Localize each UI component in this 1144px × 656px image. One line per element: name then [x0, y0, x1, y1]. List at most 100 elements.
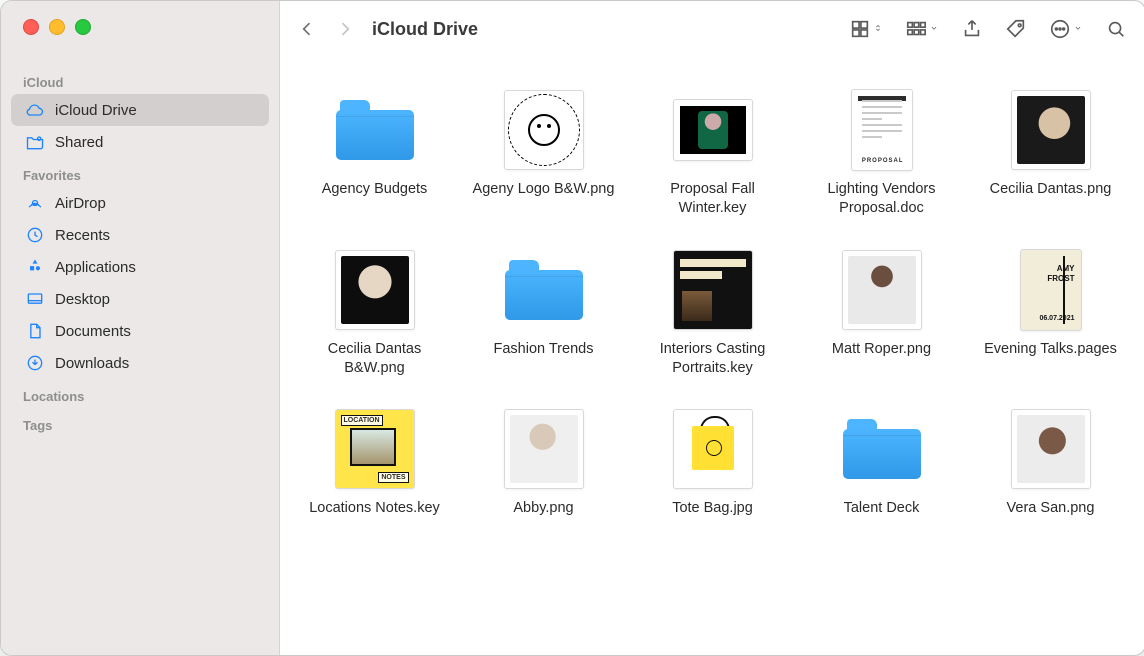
sidebar-item-icloud-drive[interactable]: iCloud Drive [11, 94, 269, 126]
file-label: Evening Talks.pages [984, 340, 1117, 359]
chevron-down-icon [929, 20, 939, 38]
file-item[interactable]: Proposal Fall Winter.key [638, 88, 787, 218]
document-icon [25, 321, 45, 341]
cloud-icon [25, 100, 45, 120]
clock-icon [25, 225, 45, 245]
file-item[interactable]: Fashion Trends [469, 248, 618, 378]
file-item[interactable]: LOCATION NOTES Locations Notes.key [300, 407, 449, 518]
sidebar-item-label: Applications [55, 259, 136, 276]
tags-button[interactable] [1005, 18, 1027, 40]
sidebar-item-applications[interactable]: Applications [11, 251, 269, 283]
keynote-thumbnail [673, 250, 753, 330]
sidebar-item-label: AirDrop [55, 195, 106, 212]
thumb-text: 06.07.2021 [1039, 315, 1074, 322]
pages-thumbnail: AMY FROST 06.07.2021 [1020, 249, 1082, 331]
file-label: Abby.png [513, 499, 573, 518]
file-item[interactable]: Matt Roper.png [807, 248, 956, 378]
forward-button[interactable] [328, 14, 362, 44]
file-item[interactable]: PROPOSAL Lighting Vendors Proposal.doc [807, 88, 956, 218]
window-controls [1, 1, 279, 65]
sidebar-item-label: Recents [55, 227, 110, 244]
sidebar-item-recents[interactable]: Recents [11, 219, 269, 251]
thumb-text: NOTES [378, 472, 408, 483]
sidebar-item-airdrop[interactable]: AirDrop [11, 187, 269, 219]
image-thumbnail [1011, 409, 1091, 489]
keynote-thumbnail: LOCATION NOTES [335, 409, 415, 489]
file-label: Fashion Trends [494, 340, 594, 359]
file-item[interactable]: Talent Deck [807, 407, 956, 518]
chevron-down-icon [1073, 20, 1083, 38]
share-button[interactable] [961, 18, 983, 40]
sidebar-item-label: iCloud Drive [55, 102, 137, 119]
file-label: Cecilia Dantas.png [990, 180, 1112, 199]
file-item[interactable]: Vera San.png [976, 407, 1125, 518]
thumb-text: LOCATION [341, 415, 383, 426]
more-actions-button[interactable] [1049, 18, 1083, 40]
file-label: Interiors Casting Portraits.key [638, 340, 787, 378]
apps-icon [25, 257, 45, 277]
image-thumbnail [842, 250, 922, 330]
image-thumbnail [504, 90, 584, 170]
thumb-text: AMY [1057, 264, 1075, 273]
sidebar-item-downloads[interactable]: Downloads [11, 347, 269, 379]
minimize-window-button[interactable] [49, 19, 65, 35]
shared-folder-icon [25, 132, 45, 152]
folder-icon [843, 419, 921, 479]
file-item[interactable]: Cecilia Dantas.png [976, 88, 1125, 218]
sidebar-section-label: iCloud [1, 65, 279, 94]
group-by-button[interactable] [905, 18, 939, 40]
toolbar: iCloud Drive [280, 1, 1144, 58]
folder-icon [336, 100, 414, 160]
sidebar-item-documents[interactable]: Documents [11, 315, 269, 347]
sidebar-item-label: Documents [55, 323, 131, 340]
file-item[interactable]: Interiors Casting Portraits.key [638, 248, 787, 378]
file-label: Lighting Vendors Proposal.doc [807, 180, 956, 218]
window-title: iCloud Drive [372, 19, 478, 40]
back-button[interactable] [290, 14, 324, 44]
folder-icon [505, 260, 583, 320]
doc-thumbnail: PROPOSAL [851, 89, 913, 171]
sidebar-section-label: Favorites [1, 158, 279, 187]
chevron-updown-icon [873, 20, 883, 38]
sidebar: iCloud iCloud Drive Shared Favorites [1, 1, 280, 655]
downloads-icon [25, 353, 45, 373]
sidebar-item-label: Downloads [55, 355, 129, 372]
search-button[interactable] [1105, 18, 1127, 40]
sidebar-section-label: Locations [1, 379, 279, 408]
file-item[interactable]: AMY FROST 06.07.2021 Evening Talks.pages [976, 248, 1125, 378]
sidebar-item-desktop[interactable]: Desktop [11, 283, 269, 315]
thumb-text: FROST [1047, 274, 1074, 283]
airdrop-icon [25, 193, 45, 213]
file-label: Tote Bag.jpg [672, 499, 753, 518]
keynote-thumbnail [673, 99, 753, 161]
file-label: Locations Notes.key [309, 499, 440, 518]
image-thumbnail [335, 250, 415, 330]
desktop-icon [25, 289, 45, 309]
file-item[interactable]: Abby.png [469, 407, 618, 518]
image-thumbnail [1011, 90, 1091, 170]
file-item[interactable]: Tote Bag.jpg [638, 407, 787, 518]
image-thumbnail [673, 409, 753, 489]
content-area[interactable]: Agency Budgets Ageny Logo B&W.png Propos… [280, 58, 1144, 655]
doc-footer-text: PROPOSAL [862, 158, 904, 164]
close-window-button[interactable] [23, 19, 39, 35]
icon-grid: Agency Budgets Ageny Logo B&W.png Propos… [300, 88, 1125, 518]
sidebar-section-label: Tags [1, 408, 279, 437]
file-label: Ageny Logo B&W.png [473, 180, 615, 199]
file-label: Vera San.png [1007, 499, 1095, 518]
sidebar-item-shared[interactable]: Shared [11, 126, 269, 158]
fullscreen-window-button[interactable] [75, 19, 91, 35]
file-label: Talent Deck [844, 499, 920, 518]
file-item[interactable]: Agency Budgets [300, 88, 449, 218]
image-thumbnail [504, 409, 584, 489]
file-label: Agency Budgets [322, 180, 428, 199]
main-area: iCloud Drive [280, 1, 1144, 655]
file-item[interactable]: Cecilia Dantas B&W.png [300, 248, 449, 378]
file-label: Proposal Fall Winter.key [638, 180, 787, 218]
view-mode-button[interactable] [849, 18, 883, 40]
sidebar-item-label: Shared [55, 134, 103, 151]
file-label: Cecilia Dantas B&W.png [300, 340, 449, 378]
file-label: Matt Roper.png [832, 340, 931, 359]
sidebar-item-label: Desktop [55, 291, 110, 308]
file-item[interactable]: Ageny Logo B&W.png [469, 88, 618, 218]
